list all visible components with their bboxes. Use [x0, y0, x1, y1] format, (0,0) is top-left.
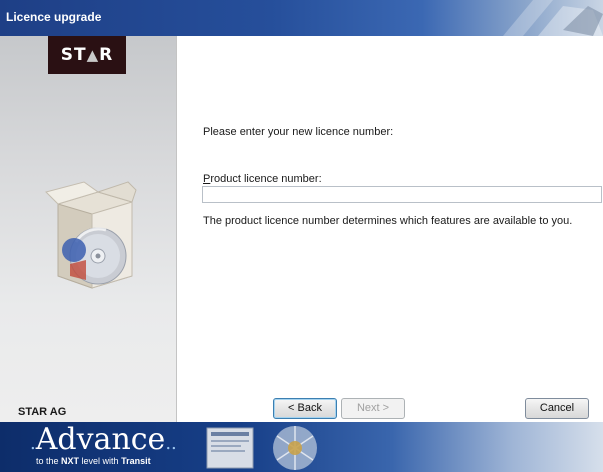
next-button[interactable]: Next >: [341, 398, 405, 419]
banner-artwork-icon: [206, 426, 317, 470]
back-button[interactable]: < Back: [273, 398, 337, 419]
title-decoration-icon: [503, 0, 603, 36]
product-box-icon: [45, 181, 137, 289]
company-name: STAR AG: [18, 406, 67, 418]
licence-field-label: Product licence number:: [203, 173, 322, 185]
star-logo: ST▲R: [48, 36, 126, 74]
cancel-button[interactable]: Cancel: [525, 398, 589, 419]
window-title: Licence upgrade: [6, 10, 102, 24]
info-text: The product licence number determines wh…: [203, 215, 573, 227]
sidebar-panel: ST▲R STAR AG: [0, 36, 177, 422]
prompt-text: Please enter your new licence number:: [203, 126, 394, 138]
title-bar: Licence upgrade: [0, 0, 603, 36]
banner-tagline: to the NXT level with Transit: [36, 456, 151, 466]
wizard-content: Please enter your new licence number: Pr…: [177, 36, 603, 422]
advance-banner: .Advance.. to the NXT level with Transit: [0, 422, 603, 472]
licence-number-input[interactable]: [202, 186, 602, 203]
